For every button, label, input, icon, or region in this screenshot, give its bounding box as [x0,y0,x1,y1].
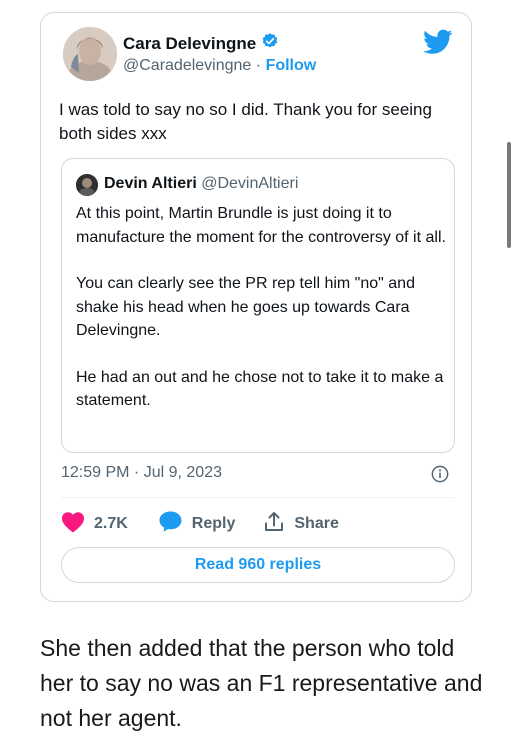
like-button[interactable]: 2.7K [61,511,128,538]
quoted-tweet[interactable]: Devin Altieri @DevinAltieri At this poin… [61,158,455,453]
embedded-tweet-card: Cara Delevingne @Caradelevingne · Follow… [40,12,472,602]
read-replies-button[interactable]: Read 960 replies [61,547,455,583]
scrollbar[interactable] [507,142,511,248]
author-avatar[interactable] [63,27,117,81]
share-label: Share [294,515,339,532]
share-button[interactable]: Share [263,511,339,538]
author-name-row: Cara Delevingne [123,32,279,55]
quoted-paragraph: He had an out and he chose not to take i… [76,368,444,410]
quoted-author-handle: @DevinAltieri [201,175,299,192]
follow-button[interactable]: Follow [266,57,317,74]
reply-button[interactable]: Reply [158,510,236,538]
share-icon [263,511,285,538]
like-count: 2.7K [94,515,128,532]
quoted-author-avatar [76,174,98,196]
reply-bubble-icon [158,510,183,538]
heart-icon [61,511,85,538]
quoted-header: Devin Altieri @DevinAltieri [104,175,298,193]
reply-label: Reply [191,515,236,532]
author-name[interactable]: Cara Delevingne [123,34,256,54]
quoted-tweet-text: At this point, Martin Brundle is just do… [76,202,446,436]
verified-badge-icon [261,32,279,55]
handle-separator: · [255,57,262,74]
quoted-author-name: Devin Altieri [104,175,197,192]
info-icon[interactable] [431,465,449,483]
author-handle[interactable]: @Caradelevingne [123,57,251,74]
twitter-bird-icon[interactable] [423,29,453,55]
quoted-paragraph: At this point, Martin Brundle is just do… [76,205,446,246]
tweet-text: I was told to say no so I did. Thank you… [59,100,432,143]
author-handle-row: @Caradelevingne · Follow [123,57,316,75]
action-bar: 2.7K Reply Share [61,510,339,538]
tweet-timestamp[interactable]: 12:59 PM · Jul 9, 2023 [61,464,222,482]
quoted-paragraph: You can clearly see the PR rep tell him … [76,275,415,339]
article-caption: She then added that the person who told … [40,635,483,731]
divider [61,497,455,498]
